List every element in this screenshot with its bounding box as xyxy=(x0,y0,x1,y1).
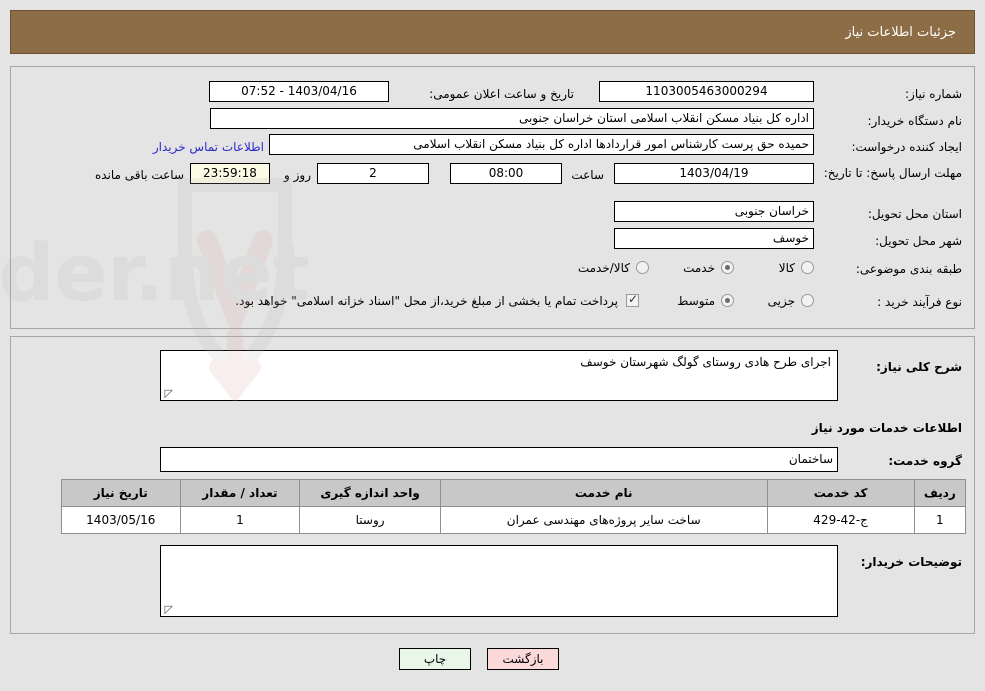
process-radio-motavaset-label: متوسط xyxy=(677,294,715,308)
process-radio-motavaset[interactable] xyxy=(721,294,734,307)
services-table: ردیف کد خدمت نام خدمت واحد اندازه گیری ت… xyxy=(61,479,967,534)
buyer-notes-label: توضیحات خریدار: xyxy=(860,555,962,569)
services-section-title: اطلاعات خدمات مورد نیاز xyxy=(811,421,962,435)
category-radio-khedmat[interactable] xyxy=(721,261,734,274)
service-group-value: ساختمان xyxy=(160,447,838,472)
resize-grip-icon[interactable]: ◸ xyxy=(163,388,173,399)
deadline-hour-label: ساعت xyxy=(571,168,604,182)
service-group-label: گروه خدمت: xyxy=(888,454,962,468)
col-qty: تعداد / مقدار xyxy=(179,479,301,507)
resize-grip-icon[interactable]: ◸ xyxy=(163,604,173,615)
process-type-label: نوع فرآیند خرید : xyxy=(877,295,962,309)
category-radio-kala-label: کالا xyxy=(778,261,795,275)
page-title: جزئیات اطلاعات نیاز xyxy=(845,24,956,40)
cell-date: 1403/05/16 xyxy=(61,506,181,534)
col-name: نام خدمت xyxy=(439,479,768,507)
delivery-province-label: استان محل تحویل: xyxy=(867,207,962,221)
category-radio-kala-khedmat[interactable] xyxy=(636,261,649,274)
delivery-city-value: خوسف xyxy=(614,228,814,249)
deadline-date-value: 1403/04/19 xyxy=(614,163,814,184)
request-creator-label: ایجاد کننده درخواست: xyxy=(851,140,962,154)
print-button[interactable]: چاپ xyxy=(399,648,471,670)
general-description-label: شرح کلی نیاز: xyxy=(876,360,962,374)
col-date: تاریخ نیاز xyxy=(61,479,181,507)
buyer-org-value: اداره کل بنیاد مسکن انقلاب اسلامی استان … xyxy=(210,108,814,129)
need-details-panel: شرح کلی نیاز: اجرای طرح هادی روستای گولگ… xyxy=(10,336,975,634)
process-radio-jozee-label: جزیی xyxy=(767,294,795,308)
col-row: ردیف xyxy=(913,479,967,507)
remaining-days-value: 2 xyxy=(317,163,429,184)
page-header-bar: جزئیات اطلاعات نیاز xyxy=(10,10,975,54)
col-unit: واحد اندازه گیری xyxy=(299,479,441,507)
request-creator-value: حمیده حق پرست کارشناس امور قراردادها ادا… xyxy=(269,134,814,155)
cell-qty: 1 xyxy=(179,506,301,534)
need-summary-panel: شماره نیاز: 1103005463000294 تاریخ و ساع… xyxy=(10,66,975,329)
table-row: 1 ج-42-429 ساخت سایر پروژه‌های مهندسی عم… xyxy=(61,506,967,534)
remaining-hours-word: ساعت باقی مانده xyxy=(94,168,184,182)
treasury-documents-text: پرداخت تمام یا بخشی از مبلغ خرید،از محل … xyxy=(235,294,618,308)
col-code: کد خدمت xyxy=(766,479,915,507)
deadline-time-value: 08:00 xyxy=(450,163,562,184)
announce-datetime-label: تاریخ و ساعت اعلان عمومی: xyxy=(429,87,574,101)
buyer-org-label: نام دستگاه خریدار: xyxy=(867,114,963,128)
process-radio-jozee[interactable] xyxy=(801,294,814,307)
buyer-contact-link[interactable]: اطلاعات تماس خریدار xyxy=(153,140,264,154)
need-number-value: 1103005463000294 xyxy=(599,81,814,102)
announce-datetime-value: 1403/04/16 - 07:52 xyxy=(209,81,389,102)
cell-row: 1 xyxy=(913,506,967,534)
page-root: جزئیات اطلاعات نیاز شماره نیاز: 11030054… xyxy=(0,0,985,691)
treasury-documents-checkbox[interactable] xyxy=(626,292,639,307)
delivery-city-label: شهر محل تحویل: xyxy=(875,234,962,248)
category-radio-kala[interactable] xyxy=(801,261,814,274)
remaining-days-word: روز و xyxy=(284,168,311,182)
need-number-label: شماره نیاز: xyxy=(905,87,962,101)
delivery-province-value: خراسان جنوبی xyxy=(614,201,814,222)
general-description-textarea[interactable]: اجرای طرح هادی روستای گولگ شهرستان خوسف … xyxy=(160,350,838,401)
category-label: طبقه بندی موضوعی: xyxy=(855,262,962,276)
cell-unit: روستا xyxy=(299,506,441,534)
countdown-timer-value: 23:59:18 xyxy=(190,163,270,184)
cell-name: ساخت سایر پروژه‌های مهندسی عمران xyxy=(439,506,768,534)
back-button[interactable]: بازگشت xyxy=(487,648,559,670)
general-description-value: اجرای طرح هادی روستای گولگ شهرستان خوسف xyxy=(580,355,831,369)
buyer-notes-textarea[interactable]: ◸ xyxy=(160,545,838,617)
cell-code: ج-42-429 xyxy=(766,506,915,534)
table-header-row: ردیف کد خدمت نام خدمت واحد اندازه گیری ت… xyxy=(61,479,967,507)
deadline-label: مهلت ارسال پاسخ: تا تاریخ: xyxy=(823,166,962,180)
category-radio-kala-khedmat-label: کالا/خدمت xyxy=(577,261,630,275)
category-radio-khedmat-label: خدمت xyxy=(683,261,715,275)
